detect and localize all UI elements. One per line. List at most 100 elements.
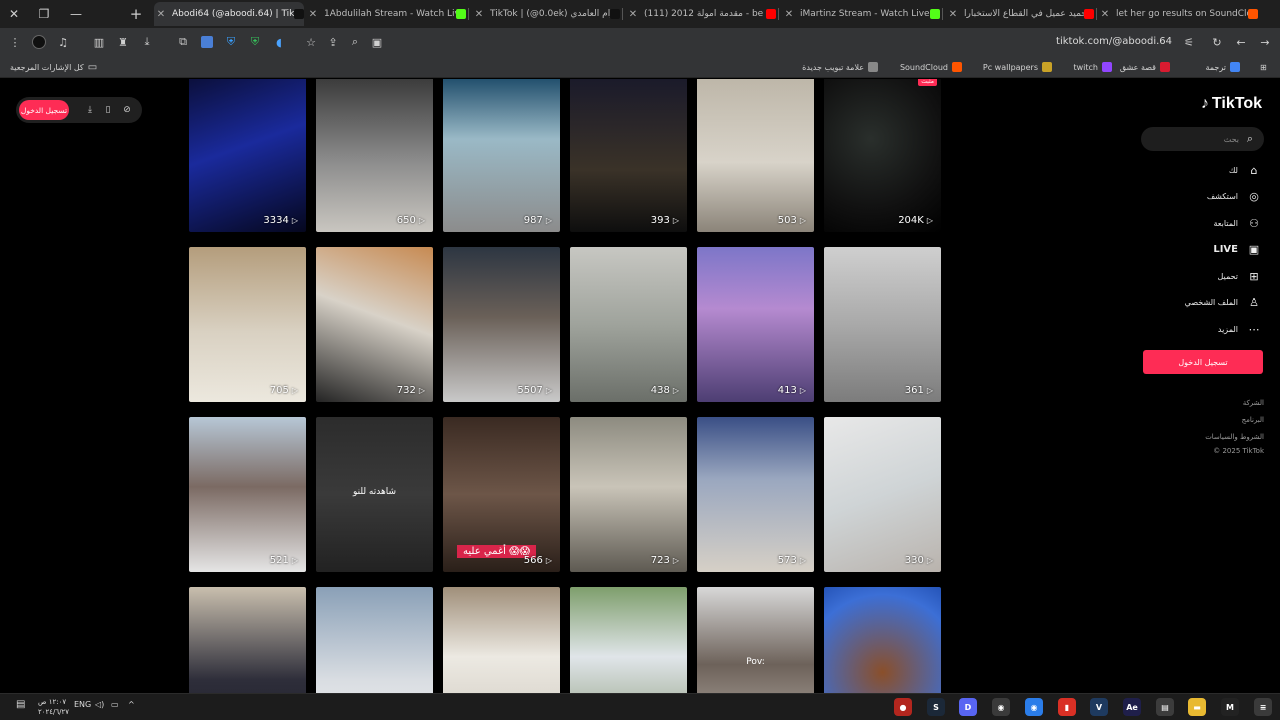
video-thumbnail[interactable] <box>189 587 306 693</box>
puzzle-icon[interactable]: ♜ <box>114 33 132 51</box>
download-icon[interactable]: ⤓ <box>138 33 156 51</box>
sidebar-item-home[interactable]: لك ⌂ <box>1229 161 1262 179</box>
sidebar-item-compass[interactable]: استكشف ◎ <box>1207 187 1262 205</box>
forward-icon[interactable]: ← <box>1232 33 1250 51</box>
video-thumbnail[interactable]: 5507 ▷ <box>443 247 560 402</box>
minimize-window-icon[interactable]: — <box>66 4 86 24</box>
login-button[interactable]: تسجيل الدخول <box>1143 350 1263 374</box>
menu-dots-icon[interactable]: ⋮ <box>6 33 24 51</box>
video-thumbnail[interactable]: 503 ▷ <box>697 79 814 232</box>
chrome-icon[interactable]: ◉ <box>1025 698 1043 716</box>
bookmark-star-icon[interactable]: ☆ <box>302 33 320 51</box>
install-app-icon[interactable]: ▣ <box>368 33 386 51</box>
sidebar-item-live[interactable]: LIVE ▣ <box>1213 240 1262 258</box>
language-indicator[interactable]: ENG <box>74 700 91 709</box>
download-icon[interactable]: ⤓ <box>82 102 98 118</box>
video-thumbnail[interactable] <box>316 587 433 693</box>
video-thumbnail[interactable]: 438 ▷ <box>570 247 687 402</box>
all-bookmarks-button[interactable]: كل الإشارات المرجعية ▭ <box>10 59 97 75</box>
browser-tab[interactable]: ✕ TikTok | ‏(@0.0ek) رام العامدي <box>472 2 620 26</box>
video-thumbnail[interactable]: أغمي عليه 😱😱 566 ▷ <box>443 417 560 572</box>
audio-icon[interactable]: ◖ <box>270 33 288 51</box>
volume-icon[interactable]: ◁) <box>95 700 104 709</box>
video-thumbnail[interactable]: 330 ▷ <box>824 417 941 572</box>
compass-icon[interactable]: ⊘ <box>119 102 135 118</box>
close-tab-icon[interactable]: ✕ <box>1098 9 1112 20</box>
bookmark-item[interactable]: علامة تبويب جديدة <box>802 59 878 75</box>
v-app-icon[interactable]: V <box>1090 698 1108 716</box>
browser-tab[interactable]: ✕ 1Abdulilah Stream - Watch Live <box>306 2 466 26</box>
tiktok-logo[interactable]: ♪ TikTok <box>1201 95 1262 113</box>
phone-icon[interactable]: ▯ <box>100 102 116 118</box>
video-thumbnail[interactable]: 650 ▷ <box>316 79 433 232</box>
video-thumbnail[interactable]: 732 ▷ <box>316 247 433 402</box>
close-tab-icon[interactable]: ✕ <box>946 9 960 20</box>
bookmark-item[interactable]: قصة عشق <box>1120 59 1170 75</box>
close-tab-icon[interactable]: ✕ <box>154 9 168 20</box>
bookmark-item[interactable]: ترجمة <box>1206 59 1240 75</box>
video-thumbnail[interactable]: 987 ▷ <box>443 79 560 232</box>
bookmark-item[interactable]: SoundCloud <box>900 59 962 75</box>
chrome-dev-icon[interactable]: ◉ <box>992 698 1010 716</box>
reload-icon[interactable]: ↻ <box>1208 33 1226 51</box>
notifications-icon[interactable]: ▤ <box>16 699 25 710</box>
network-icon[interactable]: ▭ <box>111 700 119 709</box>
bookmark-item[interactable]: twitch <box>1073 59 1112 75</box>
menu-app-icon[interactable]: ≡ <box>1254 698 1272 716</box>
media-icon[interactable]: ♫ <box>54 33 72 51</box>
video-thumbnail[interactable]: 705 ▷ <box>189 247 306 402</box>
folder-icon[interactable]: ▬ <box>1188 698 1206 716</box>
close-tab-icon[interactable]: ✕ <box>306 9 320 20</box>
video-thumbnail[interactable] <box>443 587 560 693</box>
video-thumbnail[interactable]: 3334 ▷ <box>189 79 306 232</box>
video-thumbnail[interactable]: شاهدته للنو <box>316 417 433 572</box>
sidebar-item-upload[interactable]: تحميل ⊞ <box>1218 267 1263 285</box>
site-settings-icon[interactable]: ⚟ <box>1180 33 1198 51</box>
browser-tab[interactable]: ✕ iMartinz Stream - Watch Live o <box>782 2 940 26</box>
browser-tab[interactable]: ✕ let her go results on SoundClou <box>1098 2 1258 26</box>
video-thumbnail[interactable]: Pov: <box>697 587 814 693</box>
search-icon[interactable]: ⌕ <box>1242 131 1258 147</box>
video-thumbnail[interactable]: 573 ▷ <box>697 417 814 572</box>
extension-avatar-icon[interactable] <box>30 33 48 51</box>
browser-tab[interactable]: ✕ حميد عميل في القطاع الاستخبارا <box>946 2 1094 26</box>
address-bar[interactable]: tiktok.com/@aboodi.64 <box>1000 32 1172 52</box>
footer-link[interactable]: الشركة <box>1243 399 1264 407</box>
close-tab-icon[interactable]: ✕ <box>472 9 486 20</box>
translate-icon[interactable] <box>198 33 216 51</box>
restore-window-icon[interactable]: ❐ <box>34 4 54 24</box>
bookmark-item[interactable]: Pc wallpapers <box>983 59 1052 75</box>
new-tab-button[interactable]: + <box>126 4 146 24</box>
red-app-icon[interactable]: ● <box>894 698 912 716</box>
sidebar-item-profile[interactable]: الملف الشخصي ♙ <box>1185 293 1262 311</box>
video-thumbnail[interactable] <box>824 587 941 693</box>
search-input[interactable] <box>1149 131 1239 147</box>
browser-tab[interactable]: ✕ Abodi64 (@aboodi.64) | TikTok <box>154 2 304 26</box>
close-window-icon[interactable]: ✕ <box>4 4 24 24</box>
shield-icon[interactable]: ⛨ <box>222 33 240 51</box>
after-effects-icon[interactable]: Ae <box>1123 698 1141 716</box>
zoom-icon[interactable]: ⌕ <box>346 33 364 51</box>
store-icon[interactable]: ▤ <box>1156 698 1174 716</box>
footer-link[interactable]: البرنامج <box>1242 416 1264 424</box>
video-thumbnail[interactable]: 521 ▷ <box>189 417 306 572</box>
sidebar-item-more[interactable]: المزيد ⋯ <box>1218 320 1262 338</box>
capcut-icon[interactable]: M <box>1221 698 1239 716</box>
red-square-icon[interactable]: ▮ <box>1058 698 1076 716</box>
video-thumbnail[interactable]: 413 ▷ <box>697 247 814 402</box>
steam-icon[interactable]: S <box>927 698 945 716</box>
clock[interactable]: ١٢:٠٧ ص ٢٠٢٤/٦/٢٧ <box>38 697 69 717</box>
apps-grid-icon[interactable]: ⊞ <box>1260 59 1267 75</box>
extensions-icon[interactable]: ⧉ <box>174 33 192 51</box>
sidebar-item-following[interactable]: المتابعة ⚇ <box>1213 214 1262 232</box>
extension-login-button[interactable]: تسجيل الدخول <box>19 100 69 120</box>
video-thumbnail[interactable]: 723 ▷ <box>570 417 687 572</box>
split-view-icon[interactable]: ▥ <box>90 33 108 51</box>
video-thumbnail[interactable] <box>570 587 687 693</box>
discord-icon[interactable]: D <box>959 698 977 716</box>
close-tab-icon[interactable]: ✕ <box>782 9 796 20</box>
video-thumbnail[interactable]: 393 ▷ <box>570 79 687 232</box>
chevron-up-icon[interactable]: ^ <box>128 700 135 709</box>
share-icon[interactable]: ⇪ <box>324 33 342 51</box>
browser-tab[interactable]: ✕ (111) مقدمة امولة 2012 - be <box>626 2 776 26</box>
